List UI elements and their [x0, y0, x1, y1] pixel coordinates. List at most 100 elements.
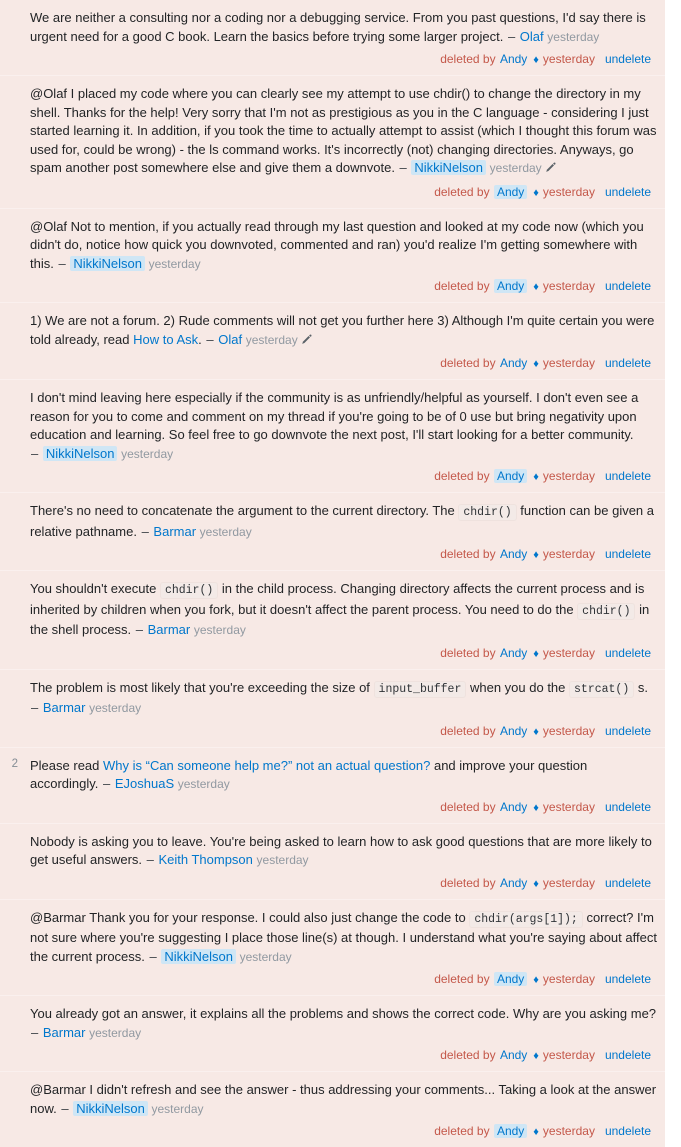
comment-text: We are neither a consulting nor a coding…	[30, 9, 657, 46]
diamond-separator-icon: ♦	[533, 877, 539, 890]
undelete-button[interactable]: undelete	[605, 1124, 651, 1138]
comment-author-link[interactable]: NikkiNelson	[42, 445, 118, 461]
comment-signature: – EJoshuaS yesterday	[102, 776, 230, 791]
deleted-by-user-link[interactable]: Andy	[493, 469, 528, 483]
comment-text: 1) We are not a forum. 2) Rude comments …	[30, 312, 657, 350]
comment-text-segment: There's no need to concatenate the argum…	[30, 503, 459, 518]
pencil-icon[interactable]	[545, 160, 556, 179]
inline-code: strcat()	[569, 680, 635, 698]
undelete-button[interactable]: undelete	[605, 469, 651, 483]
undelete-button[interactable]: undelete	[605, 52, 651, 66]
comment-author-link[interactable]: Olaf	[520, 29, 544, 44]
comment-score	[0, 209, 18, 220]
comment-score	[0, 380, 18, 391]
deleted-by-user-link[interactable]: Andy	[500, 547, 527, 561]
comment-text-segment: The problem is most likely that you're e…	[30, 679, 374, 695]
comment-body: You shouldn't execute chdir() in the chi…	[18, 571, 665, 669]
deleted-by-user-link[interactable]: Andy	[500, 724, 527, 738]
comment-text-segment: You shouldn't execute	[30, 581, 160, 596]
diamond-separator-icon: ♦	[533, 358, 539, 370]
comment-author-link[interactable]: Barmar	[148, 622, 191, 637]
comment-text: Nobody is asking you to leave. You're be…	[30, 833, 657, 870]
deleted-timestamp: yesterday	[542, 547, 595, 561]
comment-score	[0, 493, 18, 504]
undelete-button[interactable]: undelete	[605, 876, 651, 890]
comment-row: 2 Please read Why is “Can someone help me…	[0, 747, 665, 824]
comment-text-segment: I don't mind leaving here especially if …	[30, 390, 639, 442]
deleted-by-user-link[interactable]: Andy	[500, 1048, 527, 1062]
comment-text: I don't mind leaving here especially if …	[30, 389, 657, 463]
comment-signature: – NikkiNelson yesterday	[60, 1100, 204, 1116]
comment-author-link[interactable]: NikkiNelson	[161, 948, 236, 964]
deleted-by-label: deleted by	[434, 184, 490, 199]
deleted-by-user-link[interactable]: Andy	[500, 52, 527, 66]
comment-timestamp: yesterday	[256, 853, 309, 867]
comment-signature: – Olaf yesterday	[507, 29, 599, 44]
undelete-button[interactable]: undelete	[605, 800, 651, 814]
comment-body: @Barmar I didn't refresh and see the ans…	[18, 1072, 665, 1147]
comment-body: @Olaf I placed my code where you can cle…	[18, 76, 665, 208]
comment-link[interactable]: How to Ask	[133, 332, 198, 347]
comment-text-segment: Please read	[30, 757, 103, 773]
deleted-by-user-link[interactable]: Andy	[500, 356, 527, 370]
comment-author-link[interactable]: Barmar	[153, 524, 196, 539]
comment-author-link[interactable]: EJoshuaS	[115, 776, 174, 791]
comment-signature: – Barmar yesterday	[30, 700, 141, 715]
diamond-separator-icon: ♦	[533, 54, 539, 66]
diamond-separator-icon: ♦	[533, 1050, 539, 1062]
comment-timestamp: yesterday	[89, 1025, 142, 1040]
deleted-by-user-link[interactable]: Andy	[500, 646, 527, 660]
comment-signature: – Barmar yesterday	[141, 524, 252, 539]
diamond-separator-icon: ♦	[533, 186, 539, 199]
comment-author-link[interactable]: NikkiNelson	[70, 255, 145, 271]
comment-link[interactable]: Why is “Can someone help me?” not an act…	[103, 758, 430, 773]
undelete-button[interactable]: undelete	[605, 185, 651, 199]
undelete-button[interactable]: undelete	[605, 972, 651, 986]
deleted-by-user-link[interactable]: Andy	[493, 972, 528, 986]
comment-score	[0, 996, 18, 1007]
comment-author-link[interactable]: Barmar	[43, 1025, 86, 1040]
comment-timestamp: yesterday	[89, 701, 142, 715]
comment-author-link[interactable]: NikkiNelson	[73, 1100, 148, 1116]
signature-dash: –	[399, 160, 411, 175]
comment-author-link[interactable]: Keith Thompson	[158, 852, 252, 867]
diamond-separator-icon: ♦	[533, 647, 539, 660]
undelete-button[interactable]: undelete	[605, 547, 651, 561]
signature-dash: –	[149, 948, 161, 964]
signature-dash: –	[135, 622, 147, 637]
deleted-timestamp: yesterday	[542, 875, 595, 890]
comment-author-link[interactable]: Olaf	[218, 332, 242, 347]
comment-text-segment: s.	[634, 679, 648, 695]
pencil-icon[interactable]	[301, 332, 312, 351]
deleted-by-user-link[interactable]: Andy	[493, 184, 528, 199]
deleted-by-line: deleted by Andy ♦ yesterday undelete	[30, 1042, 657, 1064]
undelete-button[interactable]: undelete	[605, 724, 651, 738]
comment-author-link[interactable]: NikkiNelson	[411, 160, 487, 175]
undelete-button[interactable]: undelete	[605, 1048, 651, 1062]
comment-text-segment: @Olaf I placed my code where you can cle…	[30, 86, 657, 175]
comment-body: The problem is most likely that you're e…	[18, 670, 665, 747]
comment-row: The problem is most likely that you're e…	[0, 669, 665, 748]
deleted-by-user-link[interactable]: Andy	[500, 800, 527, 814]
deleted-by-user-link[interactable]: Andy	[493, 1124, 528, 1138]
deleted-by-user-link[interactable]: Andy	[493, 279, 528, 293]
deleted-by-label: deleted by	[440, 52, 496, 66]
undelete-button[interactable]: undelete	[605, 279, 651, 293]
signature-dash: –	[103, 776, 114, 791]
signature-dash: –	[31, 1024, 42, 1040]
comment-row: I don't mind leaving here especially if …	[0, 380, 665, 493]
comment-text-segment: @Barmar Thank you for your response. I c…	[30, 909, 470, 925]
comment-row: Nobody is asking you to leave. You're be…	[0, 823, 665, 900]
comment-row: @Barmar Thank you for your response. I c…	[0, 899, 665, 996]
comment-body: @Olaf Not to mention, if you actually re…	[18, 209, 665, 303]
deleted-by-user-link[interactable]: Andy	[500, 876, 527, 890]
comment-body: Nobody is asking you to leave. You're be…	[18, 824, 665, 899]
comment-author-link[interactable]: Barmar	[43, 700, 86, 715]
comment-score	[0, 1072, 18, 1083]
comment-signature: – Keith Thompson yesterday	[146, 852, 309, 867]
comment-row: @Barmar I didn't refresh and see the ans…	[0, 1072, 665, 1147]
undelete-button[interactable]: undelete	[605, 356, 651, 370]
comment-score	[0, 571, 18, 582]
undelete-button[interactable]: undelete	[605, 646, 651, 660]
deleted-by-line: deleted by Andy ♦ yesterday undelete	[30, 718, 657, 740]
